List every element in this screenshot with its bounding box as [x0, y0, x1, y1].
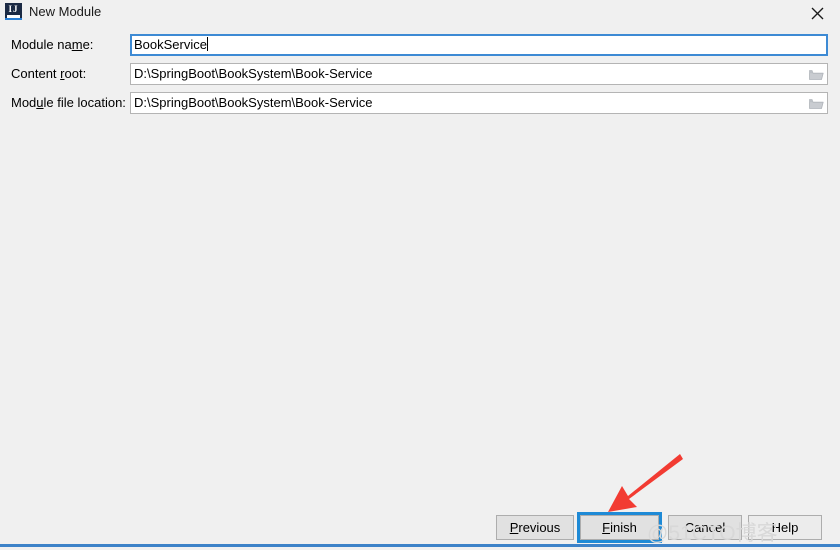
module-name-input[interactable]: BookService [130, 34, 828, 56]
finish-label-after: inish [610, 520, 637, 535]
form-row-module-file-location: Module file location: D:\SpringBoot\Book… [0, 92, 840, 114]
dialog-titlebar: IJ New Module [0, 0, 840, 26]
titlebar-left-group: IJ New Module [5, 3, 101, 20]
finish-button-focus-ring: Finish [577, 512, 662, 543]
label-module-name-before: Module na [11, 37, 72, 52]
text-caret [206, 37, 208, 51]
folder-icon [808, 98, 824, 109]
label-module-file-location-after: le file location: [43, 95, 126, 110]
previous-label-after: revious [518, 520, 561, 535]
cancel-button[interactable]: Cancel [668, 515, 742, 540]
intellij-idea-icon: IJ [5, 3, 22, 20]
content-root-input[interactable]: D:\SpringBoot\BookSystem\Book-Service [130, 63, 828, 85]
module-file-location-browse-button[interactable] [805, 93, 827, 113]
close-icon[interactable] [794, 0, 840, 26]
label-module-name-after: e: [82, 37, 94, 52]
module-file-location-value: D:\SpringBoot\BookSystem\Book-Service [134, 95, 373, 110]
bottom-blue-rule [0, 544, 840, 547]
label-module-name: Module name: [11, 36, 93, 53]
content-root-value: D:\SpringBoot\BookSystem\Book-Service [134, 66, 373, 81]
app-icon-underline [5, 18, 22, 20]
help-button[interactable]: Help [748, 515, 822, 540]
new-module-dialog: IJ New Module Module name: BookService C… [0, 0, 840, 550]
label-module-file-location-before: Mod [11, 95, 37, 110]
form-row-content-root: Content root: D:\SpringBoot\BookSystem\B… [0, 63, 840, 85]
content-root-field-wrap: D:\SpringBoot\BookSystem\Book-Service [130, 63, 828, 85]
finish-button[interactable]: Finish [580, 515, 659, 540]
module-name-field-wrap: BookService [130, 34, 828, 56]
previous-button[interactable]: Previous [496, 515, 574, 540]
label-content-root-after: oot: [64, 66, 87, 81]
module-file-location-field-wrap: D:\SpringBoot\BookSystem\Book-Service [130, 92, 828, 114]
module-file-location-input[interactable]: D:\SpringBoot\BookSystem\Book-Service [130, 92, 828, 114]
label-content-root-before: Content [11, 66, 61, 81]
label-module-file-location: Module file location: [11, 94, 126, 111]
label-module-name-mnemonic: m [71, 37, 83, 52]
dialog-title: New Module [29, 4, 102, 19]
content-root-browse-button[interactable] [805, 64, 827, 84]
label-module-file-location-mnemonic: u [36, 95, 44, 110]
dialog-button-bar: Previous Finish Cancel Help [0, 512, 840, 544]
folder-icon [808, 69, 824, 80]
app-icon-letters: IJ [8, 4, 19, 14]
module-name-value: BookService [134, 37, 207, 52]
form-row-module-name: Module name: BookService [0, 34, 840, 56]
label-content-root: Content root: [11, 65, 86, 82]
finish-label-mnemonic: F [602, 520, 611, 535]
previous-label-mnemonic: P [509, 520, 519, 535]
